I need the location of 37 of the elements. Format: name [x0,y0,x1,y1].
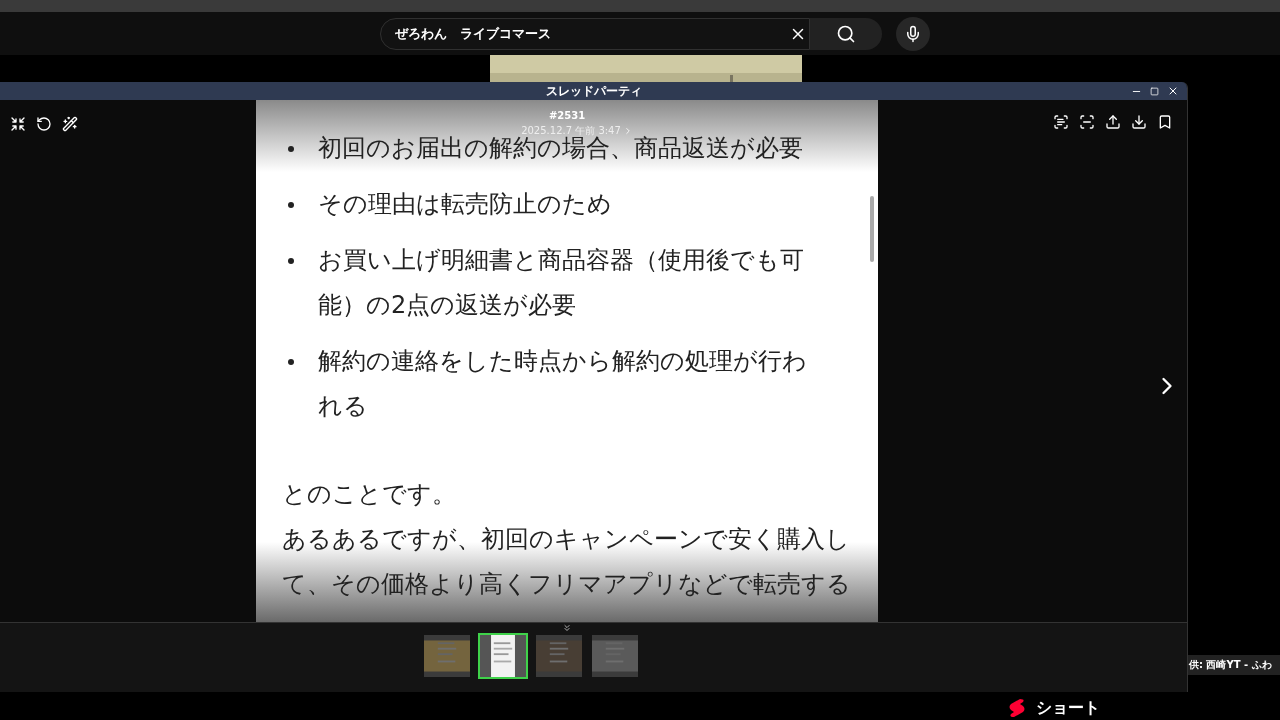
rotate-icon[interactable] [36,116,52,132]
shorts-heading: ショート [1036,698,1100,718]
thumbnail[interactable] [589,633,640,679]
bullet-icon [288,202,294,208]
maximize-icon[interactable] [1150,86,1159,96]
bullet-icon [288,258,294,264]
thumbnail[interactable] [421,633,472,679]
scan-icon[interactable] [1079,114,1095,130]
search-text: ぜろわん ライブコマース [395,24,552,43]
thumbnail[interactable] [533,633,584,679]
paragraph: あるあるですが、初回のキャンペーンで安く購入して、その価格より高くフリマアプリなどで転売する [282,525,851,598]
bookmark-icon[interactable] [1157,114,1173,130]
paragraph: とのことです。 [282,480,456,508]
bullet-icon [288,146,294,152]
shrink-icon[interactable] [10,116,26,132]
bullet-text: お買い上げ明細書と商品容器（使用後でも可能）の2点の返送が必要 [318,246,804,319]
microphone-button[interactable] [896,16,930,51]
scan-text-icon[interactable] [1053,114,1069,130]
download-icon[interactable] [1131,114,1147,130]
window-title: スレッドパーティ [545,83,642,100]
thumbnail[interactable] [477,633,528,679]
bullet-icon [288,359,294,365]
search-icon [836,23,856,44]
wand-icon[interactable] [62,116,78,132]
post-number: #2531 [548,109,586,123]
share-icon[interactable] [1105,114,1121,130]
collapse-icon[interactable] [562,623,572,633]
shorts-icon [1008,698,1026,718]
credit-text: 供: 西崎YT - ふわ [1188,655,1280,675]
bullet-text: 解約の連絡をした時点から解約の処理が行われる [318,347,807,420]
bullet-text: その理由は転売防止のため [318,190,612,218]
scrollbar [870,196,874,262]
search-field[interactable]: ぜろわん ライブコマース [380,17,810,50]
search-button[interactable] [810,17,882,50]
microphone-icon [904,24,922,43]
bullet-text: 初回のお届出の解約の場合、商品返送が必要 [318,134,803,162]
close-icon[interactable] [1167,85,1179,97]
